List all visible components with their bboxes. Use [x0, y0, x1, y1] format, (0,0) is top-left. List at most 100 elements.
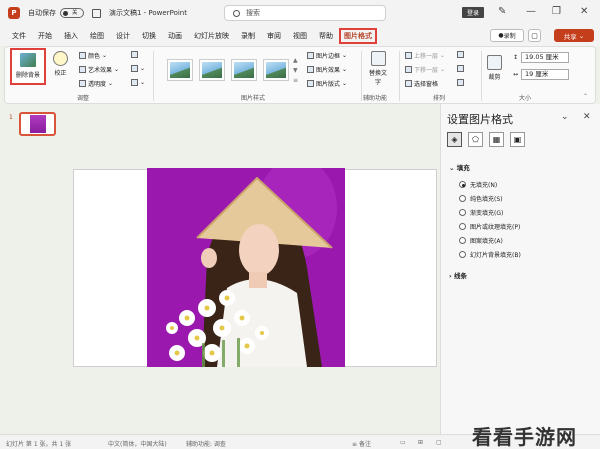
notes-button[interactable]: ≡ 备注: [352, 439, 371, 448]
slide-info: 幻灯片 第 1 张，共 1 张: [6, 441, 72, 448]
tab-review[interactable]: 审阅: [261, 28, 287, 44]
tab-record[interactable]: 录制: [235, 28, 261, 44]
arrange-group-label: 排列: [433, 95, 446, 102]
picture-tab-icon[interactable]: ▣: [510, 132, 525, 147]
line-section-label: 线条: [453, 272, 467, 280]
tab-home[interactable]: 开始: [32, 28, 58, 44]
picture-style-1[interactable]: [167, 59, 193, 81]
tab-view[interactable]: 视图: [287, 28, 313, 44]
radio-pattern-fill[interactable]: 图案填充(A): [459, 236, 503, 245]
send-backward-button[interactable]: 下移一层 ⌄: [405, 65, 445, 74]
height-icon: ↕: [513, 54, 519, 61]
pane-close-icon[interactable]: ✕: [583, 112, 591, 122]
record-button[interactable]: ● 录制: [490, 29, 524, 42]
crop-button[interactable]: 裁剪: [487, 55, 502, 81]
artistic-effects-label: 艺术效果: [88, 67, 113, 74]
radio-picture-texture-fill[interactable]: 图片或纹理填充(P): [459, 222, 520, 231]
transparency-icon: [79, 80, 86, 87]
line-section-header[interactable]: › 线条: [449, 270, 467, 280]
tab-picture-format[interactable]: 图片格式: [339, 28, 377, 44]
picture-style-4[interactable]: [263, 59, 289, 81]
align-button[interactable]: [457, 51, 464, 58]
group-button[interactable]: [457, 65, 464, 72]
selection-pane-button[interactable]: 选择窗格: [405, 79, 438, 88]
selection-pane-icon: [405, 80, 412, 87]
collapse-ribbon-icon[interactable]: ⌃: [583, 93, 591, 101]
selected-picture[interactable]: [147, 168, 345, 367]
gallery-more-icon[interactable]: ≡: [293, 77, 301, 85]
login-button[interactable]: 登录: [462, 7, 484, 18]
share-button[interactable]: 共享 ⌄: [554, 29, 594, 42]
picture-layout-button[interactable]: 图片版式 ⌄: [307, 79, 347, 88]
autosave-label: 自动保存: [28, 9, 56, 17]
picture-layout-icon: [307, 80, 314, 87]
tab-help[interactable]: 帮助: [313, 28, 339, 44]
tab-insert[interactable]: 插入: [58, 28, 84, 44]
style-preview: [234, 62, 254, 78]
radio-label: 渐变填充(G): [470, 210, 504, 217]
radio-gradient-fill[interactable]: 渐变填充(G): [459, 208, 503, 217]
restore-icon[interactable]: ❐: [552, 6, 561, 17]
search-icon: [233, 9, 240, 17]
tab-file[interactable]: 文件: [6, 28, 32, 44]
picture-style-3[interactable]: [231, 59, 257, 81]
remove-background-button[interactable]: 删除背景: [10, 48, 46, 85]
record-label: 录制: [503, 33, 516, 40]
tab-transitions[interactable]: 切换: [136, 28, 162, 44]
gallery-up-icon[interactable]: ▲: [293, 57, 301, 65]
change-picture-button[interactable]: ⌄: [131, 65, 145, 72]
picture-effects-button[interactable]: 图片效果 ⌄: [307, 65, 347, 74]
artistic-effects-button[interactable]: 艺术效果 ⌄: [79, 65, 119, 74]
save-icon[interactable]: [92, 8, 101, 18]
tab-slideshow[interactable]: 幻灯片放映: [188, 28, 235, 44]
color-button[interactable]: 颜色 ⌄: [79, 51, 107, 60]
minimize-icon[interactable]: —: [526, 6, 536, 17]
gallery-down-icon[interactable]: ▼: [293, 67, 301, 75]
share-label: 共享: [563, 32, 577, 41]
slide-thumbnail[interactable]: [19, 112, 56, 136]
sun-icon: [53, 51, 68, 66]
rotate-button[interactable]: [457, 79, 464, 86]
reading-view-icon[interactable]: ▢: [436, 439, 442, 446]
transparency-button[interactable]: 透明度 ⌄: [79, 79, 113, 88]
picture-border-button[interactable]: 图片边框 ⌄: [307, 51, 347, 60]
size-properties-tab-icon[interactable]: ▦: [489, 132, 504, 147]
pen-icon[interactable]: ✎: [498, 6, 506, 17]
tab-design[interactable]: 设计: [110, 28, 136, 44]
radio-label: 无填充(N): [470, 182, 498, 189]
fill-section-header[interactable]: ⌄ 填充: [449, 162, 470, 172]
accessibility-status[interactable]: 辅助功能: 调查: [186, 439, 226, 448]
tab-draw[interactable]: 绘图: [84, 28, 110, 44]
tab-animations[interactable]: 动画: [162, 28, 188, 44]
width-input[interactable]: 19 厘米: [521, 69, 569, 80]
comment-icon[interactable]: ▢: [528, 29, 541, 42]
alt-text-button[interactable]: 替换文字: [367, 51, 389, 86]
picture-style-2[interactable]: [199, 59, 225, 81]
pane-title: 设置图片格式: [447, 113, 513, 126]
divider: [481, 51, 482, 101]
normal-view-icon[interactable]: ▭: [400, 439, 406, 446]
compress-pictures-button[interactable]: [131, 51, 138, 58]
adjust-group-label: 调整: [77, 95, 90, 102]
bring-forward-button[interactable]: 上移一层 ⌄: [405, 51, 445, 60]
radio-solid-fill[interactable]: 纯色填充(S): [459, 194, 503, 203]
picture-border-label: 图片边框: [316, 53, 341, 60]
effects-tab-icon[interactable]: ⬠: [468, 132, 483, 147]
width-icon: ↔: [513, 71, 519, 78]
fill-line-tab-icon[interactable]: ◈: [447, 132, 462, 147]
language-status[interactable]: 中文(简体，中国大陆): [108, 439, 167, 448]
styles-group-label: 图片样式: [241, 95, 266, 102]
radio-slide-background-fill[interactable]: 幻灯片背景填充(B): [459, 250, 521, 259]
autosave-toggle[interactable]: 关: [60, 8, 84, 18]
group-icon: [457, 65, 464, 72]
format-picture-pane: 设置图片格式 ⌄ ✕ ◈ ⬠ ▦ ▣ ⌄ 填充 无填充(N) 纯色填充(S) 渐…: [440, 104, 600, 434]
radio-no-fill[interactable]: 无填充(N): [459, 180, 497, 189]
slide-sorter-icon[interactable]: ⊞: [418, 439, 423, 446]
accessibility-group-label: 辅助功能: [363, 95, 388, 102]
search-input[interactable]: 搜索: [224, 5, 386, 21]
reset-picture-button[interactable]: ⌄: [131, 79, 145, 86]
pane-options-icon[interactable]: ⌄: [561, 112, 569, 122]
close-icon[interactable]: ✕: [580, 6, 588, 17]
corrections-button[interactable]: 校正: [53, 51, 68, 77]
height-input[interactable]: 19.05 厘米: [521, 52, 569, 63]
